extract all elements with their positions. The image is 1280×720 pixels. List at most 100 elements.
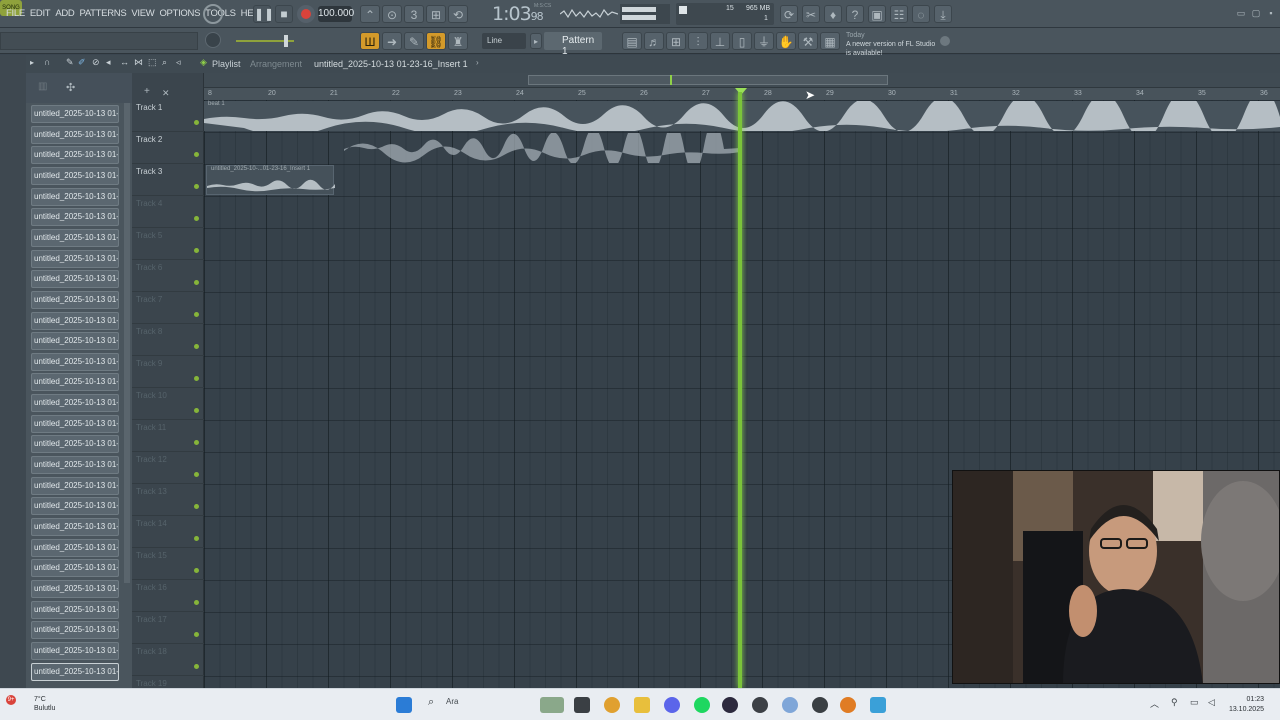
news-cycle-icon[interactable] [940,36,950,46]
settings-icon[interactable] [782,697,798,713]
track-active-indicator[interactable] [194,184,199,189]
browser-clip-item[interactable]: untitled_2025-10-13 01-... [31,579,119,598]
windows-start-icon[interactable] [396,697,412,713]
browser-clip-item[interactable]: untitled_2025-10-13 01-... [31,559,119,578]
browser-clip-item[interactable]: untitled_2025-10-13 01-... [31,332,119,351]
browser-clip-item[interactable]: untitled_2025-10-13 01-... [31,166,119,185]
track-header[interactable]: Track 18 [132,644,204,676]
playlist-menu-arrow-icon[interactable]: ▸ [30,58,34,67]
audio-clip-vocal[interactable] [344,133,740,163]
track-active-indicator[interactable] [194,312,199,317]
browser-clip-item[interactable]: untitled_2025-10-13 01-... [31,435,119,454]
touch-controller-button[interactable]: ✋ [776,32,796,50]
file-explorer-icon[interactable] [634,697,650,713]
master-pitch-knob[interactable] [205,32,221,48]
spotify-icon[interactable] [694,697,710,713]
track-header[interactable]: Track 15 [132,548,204,580]
browser-clip-item[interactable]: untitled_2025-10-13 01-... [31,497,119,516]
browser-clip-item[interactable]: untitled_2025-10-13 01-... [31,187,119,206]
slip-icon[interactable]: ↔ [120,57,129,67]
mute-icon[interactable]: ◂ [106,57,111,68]
wait-input-button[interactable]: ⊙ [382,5,402,23]
track-header[interactable]: Track 16 [132,580,204,612]
track-header[interactable]: Track 11 [132,420,204,452]
select-icon[interactable]: ⬚ [148,57,157,68]
track-header[interactable]: Track 17 [132,612,204,644]
browser-clip-item[interactable]: untitled_2025-10-13 01-... [31,270,119,289]
playhead-line[interactable] [738,92,742,688]
browser-clip-item[interactable]: untitled_2025-10-13 01-... [31,641,119,660]
browser-clip-item[interactable]: untitled_2025-10-13 01-... [31,456,119,475]
fl-studio-icon[interactable] [812,697,828,713]
window-minimize-button[interactable]: ▭ [1236,8,1246,18]
playlist-breadcrumb[interactable]: untitled_2025-10-13 01-23-16_Insert 1 [314,59,468,69]
browser-clip-item[interactable]: untitled_2025-10-13 01-... [31,518,119,536]
channel-rack-button[interactable]: ▤ [622,32,642,50]
plugin-db-button[interactable]: ▯ [732,32,752,50]
track-header[interactable]: Track 10 [132,388,204,420]
draw-tool-button[interactable]: ✎ [404,32,424,50]
save-button[interactable]: ▣ [868,5,886,23]
countdown-button[interactable]: 3 [404,5,424,23]
track-active-indicator[interactable] [194,152,199,157]
master-volume-slider[interactable] [236,35,294,47]
menu-patterns[interactable]: PATTERNS [80,8,127,19]
app-orange-icon[interactable] [840,697,856,713]
slice-icon[interactable]: ⋈ [134,57,143,68]
browser-clip-item[interactable]: untitled_2025-10-13 01-... [31,394,119,413]
tempo-display[interactable]: 100.000 [318,6,354,22]
browser-clip-item[interactable]: untitled_2025-10-13 01-... [31,125,119,144]
track-header[interactable]: Track 8 [132,324,204,356]
browser-clip-item[interactable]: untitled_2025-10-13 01-... [31,352,119,371]
paint-icon[interactable]: ✐ [78,57,86,68]
browser-clip-item[interactable]: untitled_2025-10-13 01-... [31,290,119,309]
tools-button[interactable]: ⚒ [798,32,818,50]
zoom-icon[interactable]: ⌕ [162,57,167,68]
track-header[interactable]: Track 9 [132,356,204,388]
overview-scrollbar[interactable] [528,75,888,85]
track-active-indicator[interactable] [194,504,199,509]
snap-selector[interactable]: Line [482,33,526,49]
track-header[interactable]: Track 7 [132,292,204,324]
pattern-selector[interactable]: Pattern 1 [544,32,602,57]
track-active-indicator[interactable] [194,664,199,669]
track-active-indicator[interactable] [194,536,199,541]
track-active-indicator[interactable] [194,280,199,285]
track-active-indicator[interactable] [194,344,199,349]
notepad-icon[interactable] [870,697,886,713]
track-header[interactable]: Track 14 [132,516,204,548]
track-header[interactable]: Track 4 [132,196,204,228]
track-header[interactable]: Track 3 [132,164,204,196]
browser-clip-item[interactable]: untitled_2025-10-13 01-... [31,146,119,165]
fl-taskbar-icon[interactable] [574,697,590,713]
browser-clip-item[interactable]: untitled_2025-10-13 01-... [31,208,119,227]
track-active-indicator[interactable] [194,376,199,381]
timeline-ruler[interactable]: 8 20 21 22 23 24 25 26 27 28 29 30 31 32 33 34 35 36 [204,73,1280,100]
network-icon[interactable]: ▭ [1190,697,1199,708]
window-maximize-button[interactable]: ▢ [1251,8,1261,18]
browser-scrollbar[interactable] [124,103,130,583]
track-header[interactable]: Track 1 [132,100,204,132]
record-button[interactable] [297,5,315,23]
pattern-arrow-button[interactable]: ➜ [382,32,402,50]
obs-icon[interactable] [722,697,738,713]
track-header[interactable]: Track 12 [132,452,204,484]
add-track-icon[interactable]: ✣ [66,81,75,94]
widgets-icon[interactable] [540,697,564,713]
track-active-indicator[interactable] [194,632,199,637]
track-header[interactable]: Track 5 [132,228,204,260]
step-sequencer-button[interactable]: ⊞ [666,32,686,50]
weather-widget[interactable]: 9+ 7°C Bulutlu [6,695,55,713]
cpu-panel-button[interactable]: ⟳ [780,5,798,23]
track-header[interactable]: Track 6 [132,260,204,292]
mic-tray-icon[interactable]: ⚲ [1171,697,1178,708]
track-active-indicator[interactable] [194,440,199,445]
plugin-picker-button[interactable]: ⏚ [754,32,774,50]
browser-clip-item[interactable]: untitled_2025-10-13 01-... [31,373,119,392]
browser-clip-item[interactable]: untitled_2025-10-13 01-... [31,662,119,681]
menu-add[interactable]: ADD [55,8,74,19]
browser-clip-item[interactable]: untitled_2025-10-13 01-... [31,621,119,640]
track-active-indicator[interactable] [194,568,199,573]
cut-tool-button[interactable]: ✂ [802,5,820,23]
stamp-button[interactable]: ♜ [448,32,468,50]
